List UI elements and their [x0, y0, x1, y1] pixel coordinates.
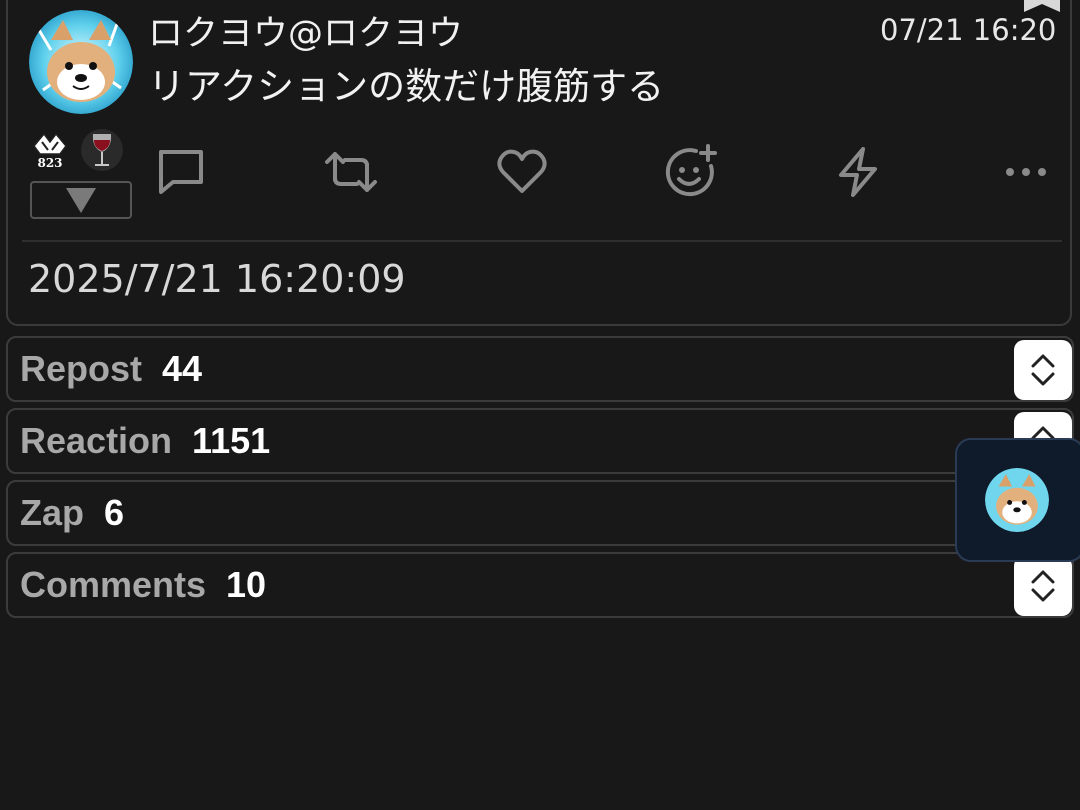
expand-toggle[interactable] [1014, 340, 1072, 400]
stat-value: 10 [226, 564, 267, 605]
zap-stat-row[interactable]: Zap 6 [6, 480, 1074, 546]
expand-button[interactable] [30, 181, 132, 219]
divider [22, 240, 1062, 242]
note-content: リアクションの数だけ腹筋する [148, 65, 665, 108]
floating-avatar [985, 468, 1049, 532]
expand-toggle[interactable] [1014, 556, 1072, 616]
stat-value: 1151 [192, 420, 271, 461]
wine-glass-icon[interactable] [80, 128, 124, 172]
repost-stat-row[interactable]: Repost 44 [6, 336, 1074, 402]
stat-label: Reaction [20, 420, 173, 461]
more-button[interactable] [998, 144, 1054, 200]
full-timestamp: 2025/7/21 16:20:09 [28, 257, 406, 301]
post-time[interactable]: 07/21 16:20 [880, 10, 1056, 50]
stat-value: 44 [162, 348, 203, 389]
reply-button[interactable] [153, 144, 209, 200]
comments-stat-row[interactable]: Comments 10 [6, 552, 1074, 618]
stat-label: Repost [20, 348, 143, 389]
reaction-stat-row[interactable]: Reaction 1151 [6, 408, 1074, 474]
chevron-up-down-icon [1031, 570, 1055, 602]
repost-button[interactable] [323, 144, 379, 200]
like-icon [497, 149, 547, 193]
zap-button[interactable] [830, 144, 886, 200]
display-name[interactable]: ロクヨウ@ロクヨウ [148, 12, 463, 56]
stat-label: Zap [20, 492, 85, 533]
reply-icon [159, 150, 203, 194]
add-reaction-icon [665, 144, 717, 197]
stat-text: Repost 44 [20, 346, 202, 392]
repost-icon [325, 152, 377, 192]
stat-text: Reaction 1151 [20, 418, 270, 464]
stat-text: Comments 10 [20, 562, 266, 608]
stat-value: 6 [104, 492, 125, 533]
floating-account-button[interactable] [955, 438, 1080, 562]
avatar[interactable] [29, 10, 133, 114]
more-icon [1006, 168, 1046, 176]
like-button[interactable] [494, 144, 550, 200]
stat-text: Zap 6 [20, 490, 124, 536]
badge-count: 823 [37, 156, 63, 170]
add-reaction-button[interactable] [662, 144, 718, 200]
triangle-down-icon [66, 188, 96, 213]
stat-label: Comments [20, 564, 207, 605]
chevron-up-down-icon [1031, 354, 1055, 386]
zap-icon [839, 147, 877, 197]
